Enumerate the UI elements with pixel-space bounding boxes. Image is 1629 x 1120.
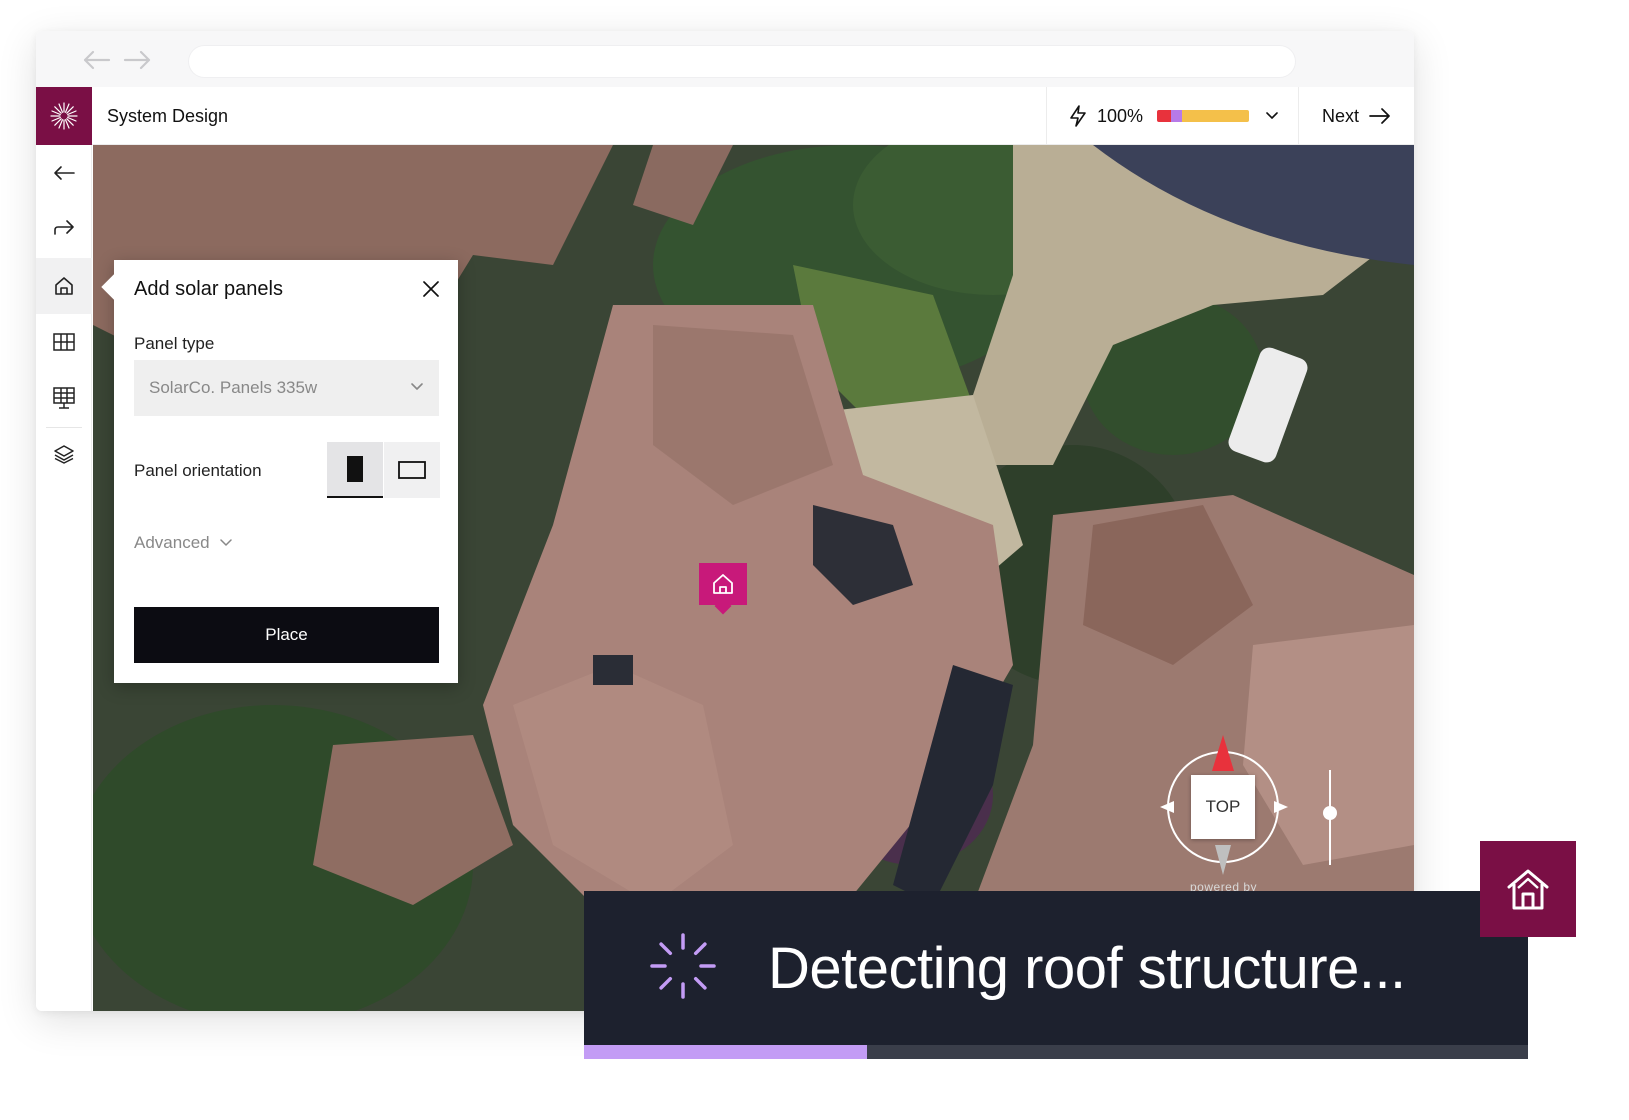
map-compass[interactable]: TOP (1160, 735, 1290, 875)
solar-panel-icon (53, 387, 75, 409)
layers-tool-button[interactable] (36, 426, 92, 482)
panels-tool-button[interactable] (36, 370, 92, 426)
detection-progress-bar (584, 1045, 1528, 1059)
orientation-landscape-button[interactable] (384, 442, 440, 498)
brand-logo[interactable] (36, 87, 92, 145)
lightning-icon (1070, 105, 1086, 127)
compass-top-button[interactable]: TOP (1191, 775, 1255, 839)
app-header: System Design 100% Next (36, 87, 1414, 145)
redo-button[interactable] (36, 201, 92, 257)
advanced-label: Advanced (134, 533, 210, 552)
panel-type-label: Panel type (134, 334, 215, 353)
side-toolbar (36, 145, 92, 1011)
panel-type-value: SolarCo. Panels 335w (149, 378, 318, 397)
url-bar[interactable] (189, 46, 1295, 77)
home-icon (55, 277, 73, 295)
energy-percent: 100% (1097, 105, 1144, 126)
undo-button[interactable] (36, 145, 92, 201)
home-tool-button[interactable] (36, 258, 92, 314)
add-solar-panels-panel: Add solar panels Panel type SolarCo. Pan… (114, 260, 458, 683)
browser-back-icon[interactable] (81, 49, 111, 71)
arrow-right-icon (1369, 108, 1390, 124)
panel-orientation-label: Panel orientation (134, 461, 262, 480)
panel-type-select[interactable]: SolarCo. Panels 335w (134, 360, 439, 416)
chevron-down-icon (411, 383, 423, 390)
portrait-rectangle-icon (347, 456, 363, 482)
landscape-rectangle-icon (398, 461, 426, 479)
sunburst-logo-icon (50, 102, 78, 130)
place-button[interactable]: Place (134, 607, 439, 663)
orientation-portrait-button[interactable] (327, 442, 383, 498)
grid-tool-button[interactable] (36, 314, 92, 370)
layers-icon (54, 445, 74, 464)
detecting-toast: Detecting roof structure... (584, 891, 1528, 1059)
detecting-status-text: Detecting roof structure... (768, 936, 1406, 1001)
grid-icon (53, 333, 75, 351)
home-icon (713, 574, 733, 594)
energy-bar-segment (1181, 110, 1250, 122)
detection-progress-fill (584, 1045, 868, 1059)
advanced-toggle[interactable]: Advanced (134, 533, 232, 553)
chevron-down-icon[interactable] (1265, 111, 1279, 121)
energy-bar-segment (1170, 110, 1182, 122)
zoom-slider[interactable] (1320, 770, 1340, 865)
browser-bar (36, 31, 1414, 87)
energy-bar (1157, 110, 1250, 122)
home-badge-button[interactable] (1480, 841, 1576, 937)
redo-arrow-icon (54, 220, 74, 235)
panel-title: Add solar panels (134, 278, 283, 300)
home-icon (1507, 869, 1549, 910)
browser-forward-icon[interactable] (123, 49, 153, 71)
undo-arrow-icon (54, 166, 75, 180)
next-button[interactable]: Next (1298, 87, 1414, 145)
close-button[interactable] (418, 276, 444, 302)
close-icon (423, 281, 439, 297)
next-button-label: Next (1321, 105, 1359, 126)
house-location-pin[interactable] (699, 563, 747, 605)
energy-bar-segment (1157, 110, 1171, 122)
chevron-down-icon (219, 539, 232, 546)
energy-indicator[interactable]: 100% (1046, 87, 1298, 145)
loading-spinner-icon (650, 933, 716, 999)
page-title: System Design (107, 106, 229, 126)
